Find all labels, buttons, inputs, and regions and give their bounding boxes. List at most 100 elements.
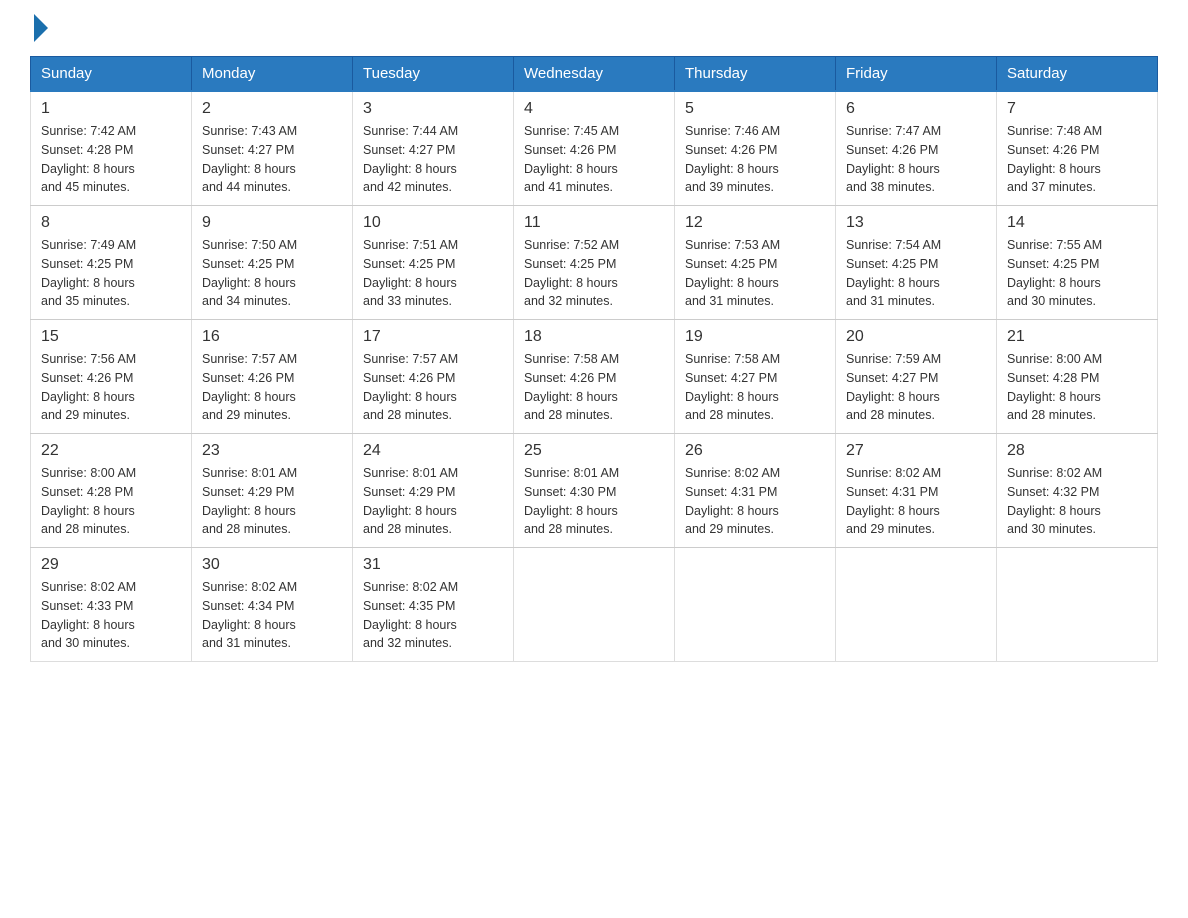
day-info: Sunrise: 7:57 AMSunset: 4:26 PMDaylight:… bbox=[202, 350, 342, 425]
day-cell: 7 Sunrise: 7:48 AMSunset: 4:26 PMDayligh… bbox=[997, 91, 1158, 206]
day-number: 20 bbox=[846, 328, 986, 346]
day-cell: 5 Sunrise: 7:46 AMSunset: 4:26 PMDayligh… bbox=[675, 91, 836, 206]
day-info: Sunrise: 7:55 AMSunset: 4:25 PMDaylight:… bbox=[1007, 236, 1147, 311]
day-info: Sunrise: 7:58 AMSunset: 4:27 PMDaylight:… bbox=[685, 350, 825, 425]
day-cell bbox=[514, 548, 675, 662]
day-info: Sunrise: 7:42 AMSunset: 4:28 PMDaylight:… bbox=[41, 122, 181, 197]
weekday-header-sunday: Sunday bbox=[31, 57, 192, 92]
day-info: Sunrise: 8:02 AMSunset: 4:31 PMDaylight:… bbox=[846, 464, 986, 539]
day-number: 9 bbox=[202, 214, 342, 232]
day-cell: 18 Sunrise: 7:58 AMSunset: 4:26 PMDaylig… bbox=[514, 320, 675, 434]
day-number: 6 bbox=[846, 100, 986, 118]
day-number: 23 bbox=[202, 442, 342, 460]
day-number: 25 bbox=[524, 442, 664, 460]
day-info: Sunrise: 7:53 AMSunset: 4:25 PMDaylight:… bbox=[685, 236, 825, 311]
day-number: 29 bbox=[41, 556, 181, 574]
day-cell: 28 Sunrise: 8:02 AMSunset: 4:32 PMDaylig… bbox=[997, 434, 1158, 548]
day-cell: 21 Sunrise: 8:00 AMSunset: 4:28 PMDaylig… bbox=[997, 320, 1158, 434]
day-number: 12 bbox=[685, 214, 825, 232]
day-number: 2 bbox=[202, 100, 342, 118]
day-number: 13 bbox=[846, 214, 986, 232]
day-cell: 17 Sunrise: 7:57 AMSunset: 4:26 PMDaylig… bbox=[353, 320, 514, 434]
day-cell: 11 Sunrise: 7:52 AMSunset: 4:25 PMDaylig… bbox=[514, 206, 675, 320]
weekday-header-row: SundayMondayTuesdayWednesdayThursdayFrid… bbox=[31, 57, 1158, 92]
day-cell bbox=[836, 548, 997, 662]
day-cell: 9 Sunrise: 7:50 AMSunset: 4:25 PMDayligh… bbox=[192, 206, 353, 320]
weekday-header-wednesday: Wednesday bbox=[514, 57, 675, 92]
day-info: Sunrise: 7:43 AMSunset: 4:27 PMDaylight:… bbox=[202, 122, 342, 197]
week-row-1: 1 Sunrise: 7:42 AMSunset: 4:28 PMDayligh… bbox=[31, 91, 1158, 206]
day-number: 22 bbox=[41, 442, 181, 460]
day-info: Sunrise: 7:49 AMSunset: 4:25 PMDaylight:… bbox=[41, 236, 181, 311]
day-cell: 8 Sunrise: 7:49 AMSunset: 4:25 PMDayligh… bbox=[31, 206, 192, 320]
day-number: 5 bbox=[685, 100, 825, 118]
day-number: 26 bbox=[685, 442, 825, 460]
day-cell: 4 Sunrise: 7:45 AMSunset: 4:26 PMDayligh… bbox=[514, 91, 675, 206]
day-info: Sunrise: 7:47 AMSunset: 4:26 PMDaylight:… bbox=[846, 122, 986, 197]
day-number: 8 bbox=[41, 214, 181, 232]
day-cell: 1 Sunrise: 7:42 AMSunset: 4:28 PMDayligh… bbox=[31, 91, 192, 206]
day-cell: 31 Sunrise: 8:02 AMSunset: 4:35 PMDaylig… bbox=[353, 548, 514, 662]
page-header bbox=[30, 20, 1158, 36]
day-info: Sunrise: 7:54 AMSunset: 4:25 PMDaylight:… bbox=[846, 236, 986, 311]
day-info: Sunrise: 8:01 AMSunset: 4:30 PMDaylight:… bbox=[524, 464, 664, 539]
logo-arrow-icon bbox=[34, 14, 48, 42]
week-row-5: 29 Sunrise: 8:02 AMSunset: 4:33 PMDaylig… bbox=[31, 548, 1158, 662]
day-number: 17 bbox=[363, 328, 503, 346]
day-number: 11 bbox=[524, 214, 664, 232]
day-info: Sunrise: 8:00 AMSunset: 4:28 PMDaylight:… bbox=[41, 464, 181, 539]
day-number: 16 bbox=[202, 328, 342, 346]
day-info: Sunrise: 8:02 AMSunset: 4:33 PMDaylight:… bbox=[41, 578, 181, 653]
day-number: 28 bbox=[1007, 442, 1147, 460]
day-info: Sunrise: 7:44 AMSunset: 4:27 PMDaylight:… bbox=[363, 122, 503, 197]
day-cell: 3 Sunrise: 7:44 AMSunset: 4:27 PMDayligh… bbox=[353, 91, 514, 206]
day-number: 15 bbox=[41, 328, 181, 346]
day-cell: 10 Sunrise: 7:51 AMSunset: 4:25 PMDaylig… bbox=[353, 206, 514, 320]
day-cell: 16 Sunrise: 7:57 AMSunset: 4:26 PMDaylig… bbox=[192, 320, 353, 434]
day-number: 1 bbox=[41, 100, 181, 118]
day-cell: 29 Sunrise: 8:02 AMSunset: 4:33 PMDaylig… bbox=[31, 548, 192, 662]
day-info: Sunrise: 8:02 AMSunset: 4:35 PMDaylight:… bbox=[363, 578, 503, 653]
week-row-2: 8 Sunrise: 7:49 AMSunset: 4:25 PMDayligh… bbox=[31, 206, 1158, 320]
day-info: Sunrise: 7:52 AMSunset: 4:25 PMDaylight:… bbox=[524, 236, 664, 311]
day-cell: 20 Sunrise: 7:59 AMSunset: 4:27 PMDaylig… bbox=[836, 320, 997, 434]
weekday-header-monday: Monday bbox=[192, 57, 353, 92]
day-info: Sunrise: 8:02 AMSunset: 4:31 PMDaylight:… bbox=[685, 464, 825, 539]
day-cell: 19 Sunrise: 7:58 AMSunset: 4:27 PMDaylig… bbox=[675, 320, 836, 434]
day-number: 7 bbox=[1007, 100, 1147, 118]
day-info: Sunrise: 8:01 AMSunset: 4:29 PMDaylight:… bbox=[363, 464, 503, 539]
day-number: 27 bbox=[846, 442, 986, 460]
day-info: Sunrise: 8:02 AMSunset: 4:34 PMDaylight:… bbox=[202, 578, 342, 653]
day-number: 14 bbox=[1007, 214, 1147, 232]
weekday-header-saturday: Saturday bbox=[997, 57, 1158, 92]
day-info: Sunrise: 7:50 AMSunset: 4:25 PMDaylight:… bbox=[202, 236, 342, 311]
day-cell: 23 Sunrise: 8:01 AMSunset: 4:29 PMDaylig… bbox=[192, 434, 353, 548]
day-number: 24 bbox=[363, 442, 503, 460]
day-info: Sunrise: 7:58 AMSunset: 4:26 PMDaylight:… bbox=[524, 350, 664, 425]
day-cell: 6 Sunrise: 7:47 AMSunset: 4:26 PMDayligh… bbox=[836, 91, 997, 206]
weekday-header-thursday: Thursday bbox=[675, 57, 836, 92]
day-cell bbox=[675, 548, 836, 662]
calendar-table: SundayMondayTuesdayWednesdayThursdayFrid… bbox=[30, 56, 1158, 662]
day-number: 31 bbox=[363, 556, 503, 574]
day-cell: 13 Sunrise: 7:54 AMSunset: 4:25 PMDaylig… bbox=[836, 206, 997, 320]
day-cell: 26 Sunrise: 8:02 AMSunset: 4:31 PMDaylig… bbox=[675, 434, 836, 548]
day-info: Sunrise: 7:59 AMSunset: 4:27 PMDaylight:… bbox=[846, 350, 986, 425]
day-cell: 2 Sunrise: 7:43 AMSunset: 4:27 PMDayligh… bbox=[192, 91, 353, 206]
day-info: Sunrise: 8:02 AMSunset: 4:32 PMDaylight:… bbox=[1007, 464, 1147, 539]
day-cell: 22 Sunrise: 8:00 AMSunset: 4:28 PMDaylig… bbox=[31, 434, 192, 548]
week-row-3: 15 Sunrise: 7:56 AMSunset: 4:26 PMDaylig… bbox=[31, 320, 1158, 434]
day-cell: 25 Sunrise: 8:01 AMSunset: 4:30 PMDaylig… bbox=[514, 434, 675, 548]
weekday-header-friday: Friday bbox=[836, 57, 997, 92]
weekday-header-tuesday: Tuesday bbox=[353, 57, 514, 92]
day-info: Sunrise: 8:01 AMSunset: 4:29 PMDaylight:… bbox=[202, 464, 342, 539]
day-info: Sunrise: 7:56 AMSunset: 4:26 PMDaylight:… bbox=[41, 350, 181, 425]
day-info: Sunrise: 7:51 AMSunset: 4:25 PMDaylight:… bbox=[363, 236, 503, 311]
day-cell bbox=[997, 548, 1158, 662]
day-number: 10 bbox=[363, 214, 503, 232]
day-cell: 24 Sunrise: 8:01 AMSunset: 4:29 PMDaylig… bbox=[353, 434, 514, 548]
logo bbox=[30, 20, 48, 36]
day-number: 4 bbox=[524, 100, 664, 118]
week-row-4: 22 Sunrise: 8:00 AMSunset: 4:28 PMDaylig… bbox=[31, 434, 1158, 548]
day-number: 3 bbox=[363, 100, 503, 118]
